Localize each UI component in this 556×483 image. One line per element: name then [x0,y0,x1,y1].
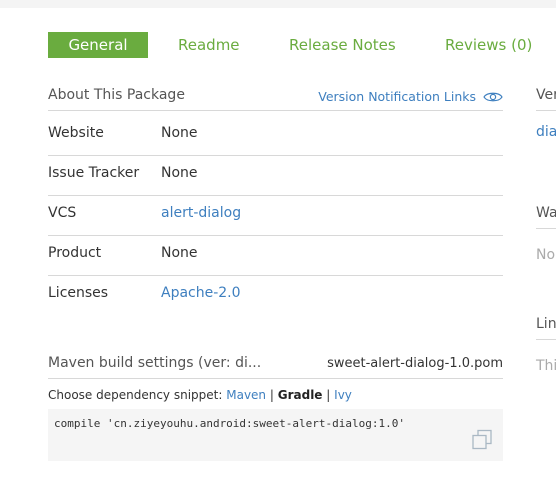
side-header-versions: Ver [536,87,556,103]
top-bar [0,0,556,8]
row-label: VCS [48,205,77,221]
tab-reviews[interactable]: Reviews (0) [445,32,532,58]
info-row-vcs: VCS alert-dialog [48,193,503,233]
side-muted-text: Thi [536,358,556,374]
snippet-option-ivy[interactable]: Ivy [334,388,352,402]
divider [536,110,556,111]
vcs-link[interactable]: alert-dialog [161,205,241,221]
tab-release-notes[interactable]: Release Notes [289,32,396,58]
divider [536,228,556,229]
info-row-licenses: Licenses Apache-2.0 [48,273,503,313]
separator: | [326,388,331,402]
info-row-issue-tracker: Issue Tracker None [48,153,503,193]
dependency-snippet-chooser: Choose dependency snippet: Maven | Gradl… [48,388,352,402]
side-header-links: Lin [536,316,556,332]
code-snippet-box: compile 'cn.ziyeyouhu.android:sweet-aler… [48,409,503,461]
divider [48,378,503,379]
version-notification-link[interactable]: Version Notification Links [318,89,503,104]
info-row-website: Website None [48,113,503,153]
row-label: Website [48,125,104,141]
row-label: Licenses [48,285,109,301]
row-value: None [161,245,198,261]
row-label: Issue Tracker [48,165,140,181]
snippet-option-gradle[interactable]: Gradle [278,388,323,402]
eye-icon [483,92,503,101]
info-row-product: Product None [48,233,503,273]
version-notification-label: Version Notification Links [318,89,476,104]
side-muted-text: No [536,247,556,263]
choose-snippet-label: Choose dependency snippet: [48,388,223,402]
copy-icon[interactable] [471,429,493,451]
snippet-option-maven[interactable]: Maven [226,388,266,402]
side-header-watchers: Wa [536,205,556,221]
tab-general[interactable]: General [48,32,148,58]
license-link[interactable]: Apache-2.0 [161,285,241,301]
side-link[interactable]: dia [536,124,556,140]
row-value: None [161,125,198,141]
gradle-snippet-code[interactable]: compile 'cn.ziyeyouhu.android:sweet-aler… [54,417,405,430]
about-package-title: About This Package [48,87,185,103]
pom-file-name: sweet-alert-dialog-1.0.pom [327,356,503,371]
separator: | [269,388,274,402]
tab-readme[interactable]: Readme [178,32,240,58]
divider [536,339,556,340]
row-label: Product [48,245,102,261]
row-value: None [161,165,198,181]
maven-build-settings-title: Maven build settings (ver: di... [48,355,262,371]
divider [48,110,503,111]
